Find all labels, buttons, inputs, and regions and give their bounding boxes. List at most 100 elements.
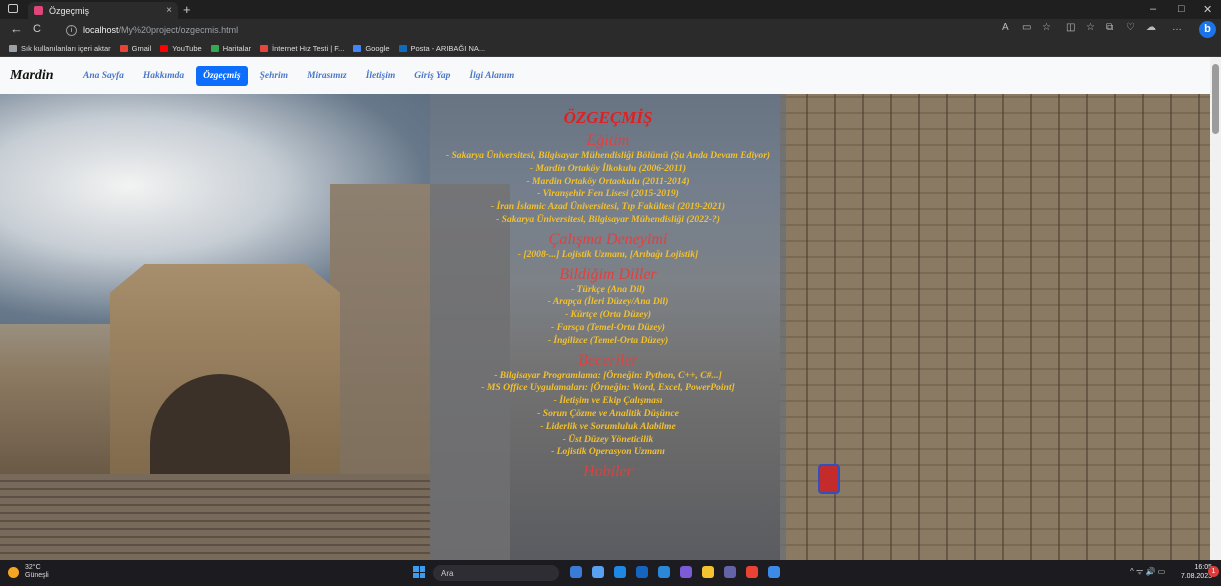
resume-item: - Mardin Ortaköy İlkokulu (2006-2011) bbox=[529, 162, 687, 174]
nav-link[interactable]: Şehrim bbox=[253, 66, 296, 86]
url-host: localhost bbox=[83, 25, 119, 35]
bookmark-item[interactable]: Gmail bbox=[119, 44, 152, 53]
taskbar-app-icon[interactable] bbox=[658, 566, 670, 578]
background-stone-joints bbox=[780, 94, 1210, 560]
bookmark-label: Sık kullanılanları içeri aktar bbox=[21, 44, 111, 53]
bookmark-icon bbox=[398, 45, 407, 52]
back-icon[interactable]: ← bbox=[10, 22, 23, 36]
bookmark-label: Gmail bbox=[131, 44, 152, 53]
resume-item: - İran İslamic Azad Üniversitesi, Tıp Fa… bbox=[490, 201, 726, 213]
browser-essentials-icon[interactable]: ♡ bbox=[1126, 22, 1135, 33]
section-heading: Hobiler bbox=[583, 463, 633, 481]
taskbar-app-icon[interactable] bbox=[636, 566, 648, 578]
clock-date: 7.08.2023 bbox=[1180, 573, 1212, 580]
site-info-icon[interactable]: i bbox=[66, 24, 77, 36]
bookmark-icon bbox=[119, 45, 128, 52]
app-available-icon[interactable]: ▭ bbox=[1022, 22, 1031, 33]
site-logo[interactable]: Mardin bbox=[10, 68, 62, 84]
nav-link[interactable]: Mirasımız bbox=[300, 66, 354, 86]
taskbar-app-icon[interactable] bbox=[702, 566, 714, 578]
bookmark-item[interactable]: Sık kullanılanları içeri aktar bbox=[9, 44, 111, 53]
scrollbar-thumb[interactable] bbox=[1212, 64, 1219, 134]
resume-item: - Türkçe (Ana Dil) bbox=[571, 283, 645, 295]
taskbar-app-icon[interactable] bbox=[592, 566, 604, 578]
bookmark-item[interactable]: Google bbox=[353, 44, 390, 53]
bookmark-label: YouTube bbox=[172, 44, 202, 53]
bookmark-item[interactable]: Haritalar bbox=[210, 44, 252, 53]
taskbar-clock[interactable]: 16:05 7.08.2023 bbox=[1178, 563, 1212, 581]
reload-icon[interactable]: C bbox=[33, 22, 41, 36]
more-options-icon[interactable]: … bbox=[1172, 22, 1182, 33]
resume-item: - [2008-...] Lojistik Uzmanı, [Arıbağı L… bbox=[517, 248, 699, 260]
section-heading: Çalışma Deneyimi bbox=[548, 230, 668, 248]
collections-icon[interactable]: ⧉ bbox=[1106, 22, 1113, 33]
taskbar-search-label: Ara bbox=[441, 568, 454, 578]
weather-temp: 32°C bbox=[25, 564, 41, 571]
resume-item: - Mardin Ortaköy Ortaokulu (2011-2014) bbox=[526, 175, 690, 187]
resume-panel: ÖZGEÇMİŞ Eğitim - Sakarya Üniversitesi, B… bbox=[430, 94, 786, 560]
taskbar-app-icon[interactable] bbox=[570, 566, 582, 578]
bookmark-label: İnternet Hız Testi | F... bbox=[272, 44, 345, 53]
resume-item: - Kürtçe (Orta Düzey) bbox=[564, 309, 652, 321]
background-padlock bbox=[818, 464, 840, 494]
resume-item: - Arapça (İleri Düzey/Ana Dil) bbox=[547, 296, 669, 308]
weather-widget[interactable]: 32°C Güneşli bbox=[8, 564, 49, 580]
nav-link[interactable]: İletişim bbox=[359, 66, 403, 86]
bookmark-item[interactable]: İnternet Hız Testi | F... bbox=[260, 44, 344, 53]
resume-title: ÖZGEÇMİŞ bbox=[563, 108, 653, 127]
resume-item: - Üst Düzey Yöneticilik bbox=[562, 433, 654, 445]
site-navbar: Mardin Ana Sayfa Hakkımda Özgeçmiş Şehrim Mi… bbox=[0, 57, 1210, 94]
tab-actions-icon[interactable] bbox=[8, 4, 18, 13]
taskbar-app-icon[interactable] bbox=[614, 566, 626, 578]
nav-link[interactable]: Hakkımda bbox=[136, 66, 191, 86]
profile-icon[interactable]: ☁ bbox=[1146, 22, 1156, 33]
new-tab-button[interactable]: + bbox=[183, 2, 191, 17]
section-heading: Bildiğim Diller bbox=[559, 265, 657, 283]
split-screen-icon[interactable]: ◫ bbox=[1066, 22, 1075, 33]
bookmark-label: Posta - ARIBAĞI NA... bbox=[410, 44, 486, 53]
close-window-icon[interactable]: ✕ bbox=[1203, 3, 1212, 16]
taskbar-app-icon[interactable] bbox=[746, 566, 758, 578]
start-button[interactable] bbox=[413, 566, 425, 578]
tab-close-icon[interactable]: × bbox=[166, 5, 172, 16]
resume-item: - Farsça (Temel-Orta Düzey) bbox=[551, 321, 665, 333]
minimize-icon[interactable]: – bbox=[1150, 3, 1156, 15]
bing-icon[interactable]: b bbox=[1199, 21, 1216, 38]
section-heading: Eğitim bbox=[586, 132, 630, 149]
bookmark-icon bbox=[160, 45, 169, 52]
windows-taskbar bbox=[0, 560, 1221, 586]
nav-link[interactable]: Giriş Yap bbox=[407, 66, 457, 86]
url-field[interactable]: i localhost /My%20project/ozgecmis.html bbox=[66, 22, 946, 38]
section-heading: Beceriler bbox=[578, 351, 638, 369]
clock-time: 16:05 bbox=[1194, 564, 1212, 571]
bookmarks-bar: Sık kullanılanları içeri aktar Gmail YouTu… bbox=[0, 41, 1221, 57]
nav-link[interactable]: İlgi Alanım bbox=[462, 66, 521, 86]
tab-title: Özgeçmiş bbox=[49, 5, 90, 16]
system-tray[interactable]: ^ ᯤ 🔊 ▭ bbox=[1130, 566, 1165, 577]
notification-icon[interactable]: 1 bbox=[1208, 566, 1219, 577]
nav-links: Ana Sayfa Hakkımda Özgeçmiş Şehrim Mirasımız… bbox=[76, 65, 526, 86]
browser-tab[interactable]: Özgeçmiş × bbox=[28, 2, 178, 19]
taskbar-app-icon[interactable] bbox=[724, 566, 736, 578]
taskbar-app-icon[interactable] bbox=[768, 566, 780, 578]
sun-icon bbox=[8, 566, 19, 578]
resume-item: - MS Office Uygulamaları: [Örneğin: Word… bbox=[481, 382, 735, 394]
bookmark-icon bbox=[353, 45, 362, 52]
nav-link[interactable]: Ana Sayfa bbox=[76, 66, 131, 86]
bookmark-label: Haritalar bbox=[222, 44, 252, 53]
resume-item: - Liderlik ve Sorumluluk Alabilme bbox=[540, 420, 676, 432]
bookmark-item[interactable]: YouTube bbox=[160, 44, 202, 53]
taskbar-search[interactable]: Ara bbox=[433, 565, 559, 581]
resume-item: - Sorun Çözme ve Analitik Düşünce bbox=[537, 407, 679, 419]
bookmark-icon bbox=[210, 45, 219, 52]
maximize-icon[interactable]: □ bbox=[1178, 3, 1185, 15]
bookmark-item[interactable]: Posta - ARIBAĞI NA... bbox=[398, 44, 486, 53]
favorite-icon[interactable]: ☆ bbox=[1042, 22, 1051, 33]
resume-item: - Lojistik Operasyon Uzmanı bbox=[551, 446, 665, 458]
nav-link[interactable]: Özgeçmiş bbox=[196, 65, 248, 86]
resume-item: - Bilgisayar Programlama: [Örneğin: Pyth… bbox=[494, 369, 722, 381]
bookmark-icon bbox=[9, 45, 17, 52]
taskbar-app-icon[interactable] bbox=[680, 566, 692, 578]
read-aloud-icon[interactable]: A bbox=[1002, 22, 1009, 33]
favorites-icon[interactable]: ☆ bbox=[1086, 22, 1095, 33]
